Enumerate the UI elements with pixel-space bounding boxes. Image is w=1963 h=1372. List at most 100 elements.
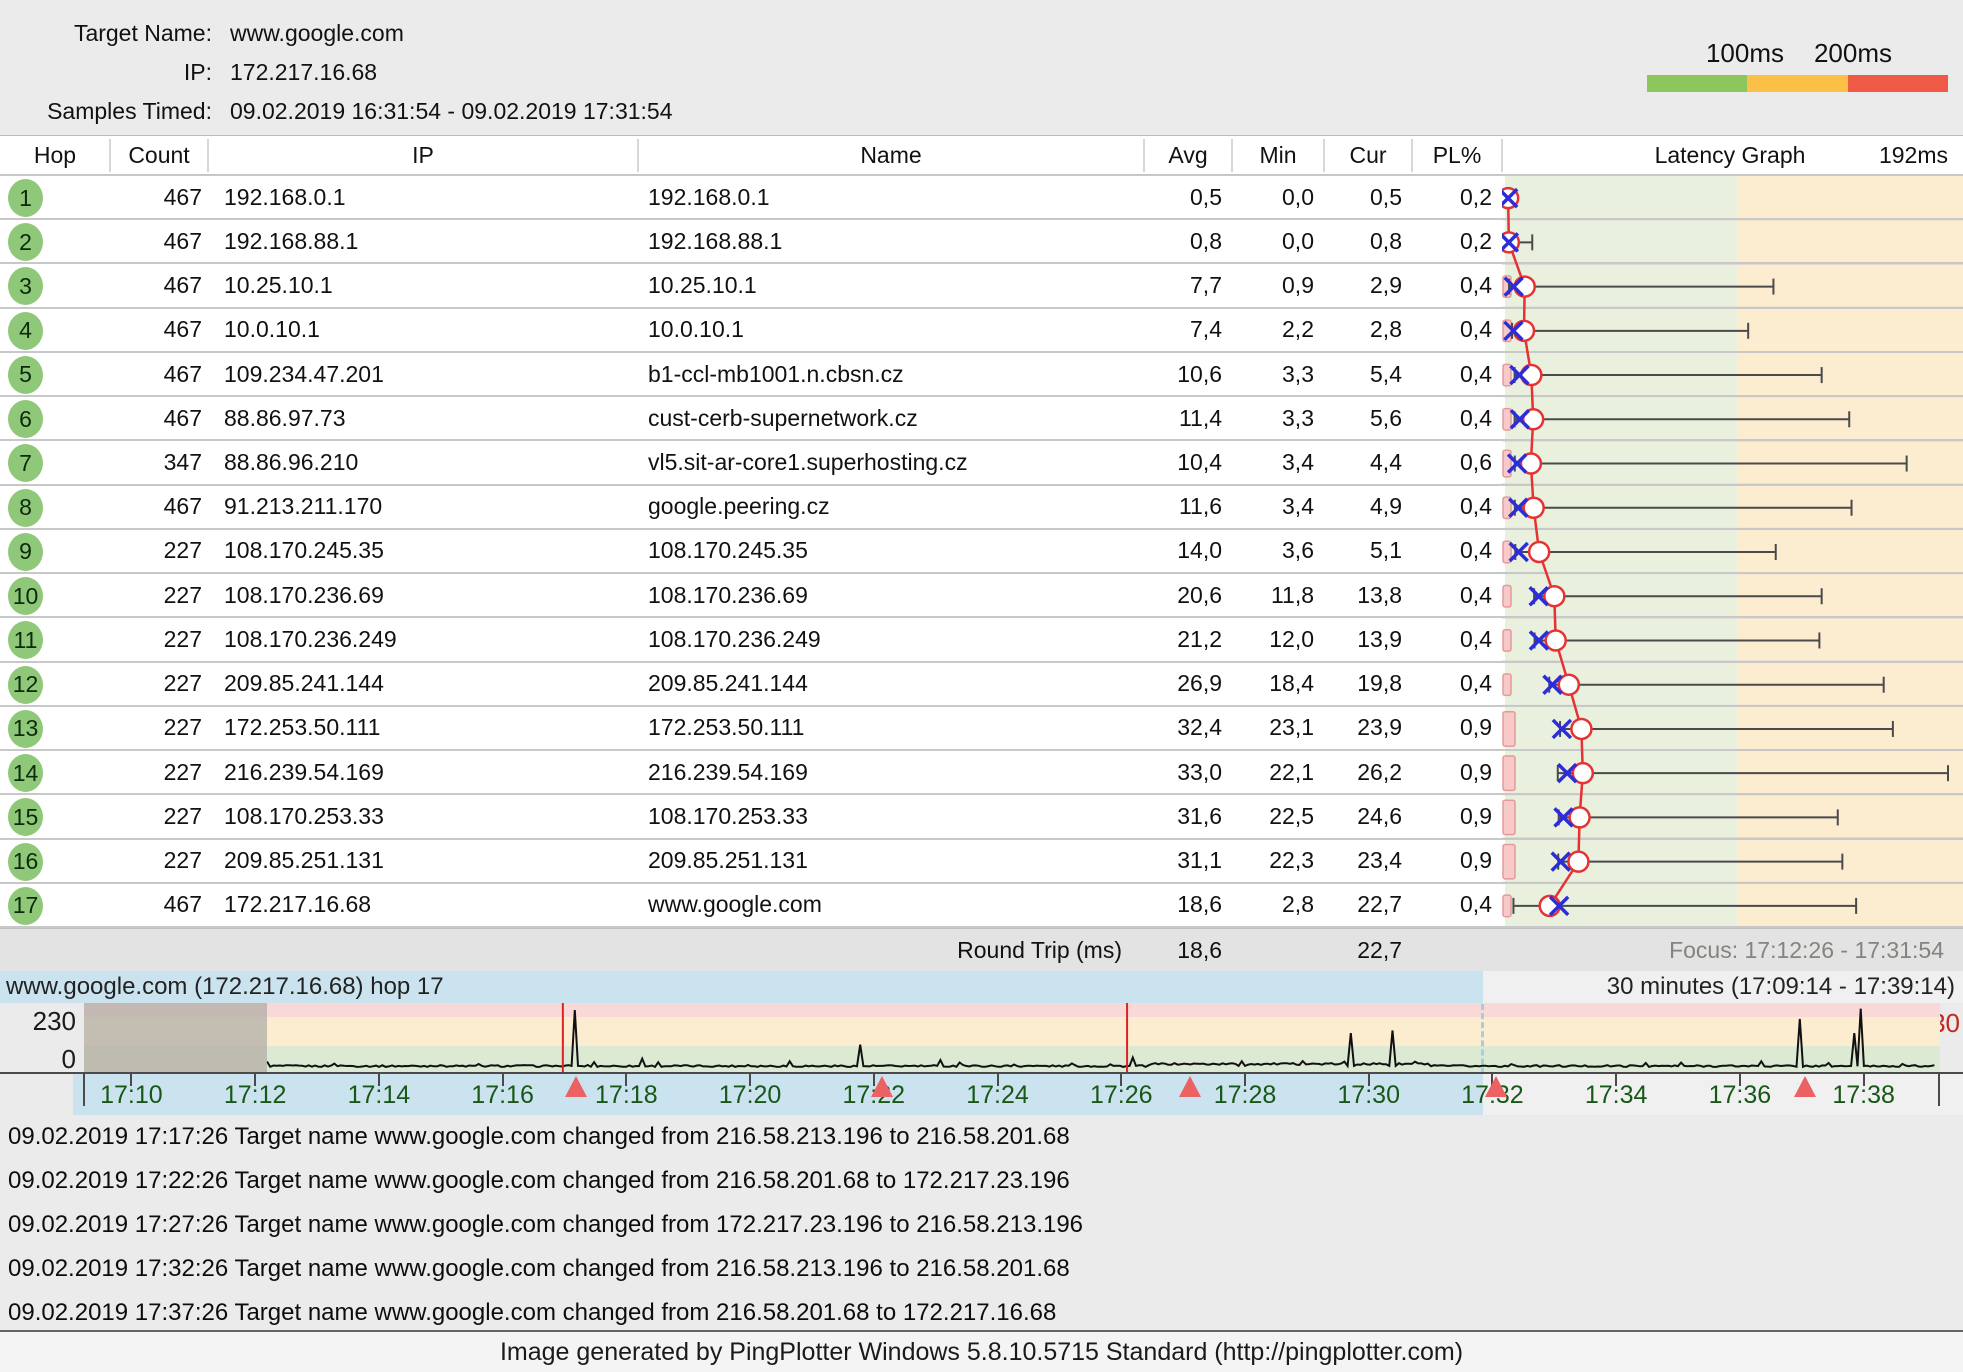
column-separator xyxy=(1143,139,1145,172)
cell-min: 12,0 xyxy=(1226,618,1314,660)
table-row-hop-13[interactable]: 13227172.253.50.111172.253.50.11132,423,… xyxy=(0,707,1963,751)
axis-time-label: 17:30 xyxy=(1337,1081,1400,1110)
cell-cur: 23,4 xyxy=(1314,840,1402,882)
col-header-hop[interactable]: Hop xyxy=(0,136,110,174)
cell-ip: 88.86.97.73 xyxy=(224,397,624,439)
target-name-row: Target Name: www.google.com xyxy=(0,19,404,47)
table-row-hop-4[interactable]: 446710.0.10.110.0.10.17,42,22,80,4 xyxy=(0,309,1963,353)
cell-cur: 4,4 xyxy=(1314,441,1402,483)
cell-avg: 0,5 xyxy=(1134,176,1222,218)
cell-cur: 5,4 xyxy=(1314,353,1402,395)
cell-min: 22,5 xyxy=(1226,795,1314,837)
hop-badge: 11 xyxy=(8,621,43,659)
event-log-line: 09.02.2019 17:27:26 Target name www.goog… xyxy=(0,1203,1963,1247)
table-row-hop-12[interactable]: 12227209.85.241.144209.85.241.14426,918,… xyxy=(0,663,1963,707)
pingplotter-window: Target Name: www.google.com IP: 172.217.… xyxy=(0,0,1963,1372)
table-row-hop-3[interactable]: 346710.25.10.110.25.10.17,70,92,90,4 xyxy=(0,264,1963,308)
cell-ip: 172.253.50.111 xyxy=(224,707,624,749)
cell-pl: 0,4 xyxy=(1404,264,1492,306)
table-row-hop-14[interactable]: 14227216.239.54.169216.239.54.16933,022,… xyxy=(0,751,1963,795)
cell-min: 2,8 xyxy=(1226,884,1314,926)
table-row-hop-9[interactable]: 9227108.170.245.35108.170.245.3514,03,65… xyxy=(0,530,1963,574)
axis-time-label: 17:24 xyxy=(966,1081,1029,1110)
cell-ip: 108.170.253.33 xyxy=(224,795,624,837)
column-separator xyxy=(109,139,111,172)
table-row-hop-17[interactable]: 17467172.217.16.68www.google.com18,62,82… xyxy=(0,884,1963,928)
column-separator xyxy=(207,139,209,172)
cell-cur: 26,2 xyxy=(1314,751,1402,793)
cell-min: 2,2 xyxy=(1226,309,1314,351)
latency-zone-bg xyxy=(1502,309,1963,351)
latency-zone-bg xyxy=(1502,264,1963,306)
col-header-count[interactable]: Count xyxy=(110,136,208,174)
col-header-cur[interactable]: Cur xyxy=(1324,136,1412,174)
round-trip-avg: 18,6 xyxy=(1134,929,1222,971)
col-header-min[interactable]: Min xyxy=(1232,136,1324,174)
cell-name: www.google.com xyxy=(648,884,1128,926)
cell-count: 467 xyxy=(110,176,202,218)
hop-table: Hop Count IP Name Avg Min Cur PL% Latenc… xyxy=(0,135,1963,971)
round-trip-label: Round Trip (ms) xyxy=(648,929,1122,971)
table-row-hop-10[interactable]: 10227108.170.236.69108.170.236.6920,611,… xyxy=(0,574,1963,618)
legend-100ms-label: 100ms xyxy=(1706,38,1784,69)
cell-name: 108.170.253.33 xyxy=(648,795,1128,837)
col-header-avg[interactable]: Avg xyxy=(1144,136,1232,174)
cell-min: 0,9 xyxy=(1226,264,1314,306)
event-marker-triangle[interactable] xyxy=(1179,1076,1201,1097)
latency-zone-bg xyxy=(1502,618,1963,660)
target-ip-value: 172.217.16.68 xyxy=(230,59,377,86)
table-row-hop-1[interactable]: 1467192.168.0.1192.168.0.10,50,00,50,2 xyxy=(0,176,1963,220)
legend-200ms-label: 200ms xyxy=(1814,38,1892,69)
table-row-hop-15[interactable]: 15227108.170.253.33108.170.253.3331,622,… xyxy=(0,795,1963,839)
table-row-hop-2[interactable]: 2467192.168.88.1192.168.88.10,80,00,80,2 xyxy=(0,220,1963,264)
cell-count: 467 xyxy=(110,220,202,262)
event-marker-triangle[interactable] xyxy=(1485,1076,1507,1097)
cell-min: 18,4 xyxy=(1226,663,1314,705)
axis-time-label: 17:38 xyxy=(1832,1081,1895,1110)
event-marker-triangle[interactable] xyxy=(871,1076,893,1097)
hop-badge: 3 xyxy=(8,267,43,305)
event-log-line: 09.02.2019 17:22:26 Target name www.goog… xyxy=(0,1159,1963,1203)
cell-pl: 0,4 xyxy=(1404,663,1492,705)
hop-badge: 8 xyxy=(8,489,43,527)
cell-count: 347 xyxy=(110,441,202,483)
event-marker-triangle[interactable] xyxy=(565,1076,587,1097)
column-separator xyxy=(1411,139,1413,172)
timeline-graph[interactable] xyxy=(84,1003,1940,1072)
table-row-hop-11[interactable]: 11227108.170.236.249108.170.236.24921,21… xyxy=(0,618,1963,662)
time-axis[interactable]: 17:1017:1217:1417:1617:1817:2017:2217:24… xyxy=(0,1072,1963,1115)
target-name-label: Target Name: xyxy=(0,20,212,47)
timeline-ymax-label: 230 xyxy=(0,1006,76,1037)
samples-timed-value: 09.02.2019 16:31:54 - 09.02.2019 17:31:5… xyxy=(230,98,673,125)
cell-count: 467 xyxy=(110,309,202,351)
table-row-hop-7[interactable]: 734788.86.96.210vl5.sit-ar-core1.superho… xyxy=(0,441,1963,485)
cell-count: 467 xyxy=(110,353,202,395)
event-log: 09.02.2019 17:17:26 Target name www.goog… xyxy=(0,1115,1963,1335)
table-row-hop-16[interactable]: 16227209.85.251.131209.85.251.13131,122,… xyxy=(0,840,1963,884)
cell-min: 22,1 xyxy=(1226,751,1314,793)
cell-ip: 209.85.251.131 xyxy=(224,840,624,882)
col-header-ip[interactable]: IP xyxy=(208,136,638,174)
col-header-pl[interactable]: PL% xyxy=(1412,136,1502,174)
event-marker-triangle[interactable] xyxy=(1794,1076,1816,1097)
samples-timed-row: Samples Timed: 09.02.2019 16:31:54 - 09.… xyxy=(0,97,673,125)
cell-ip: 172.217.16.68 xyxy=(224,884,624,926)
cell-avg: 11,6 xyxy=(1134,486,1222,528)
zone-0-100 xyxy=(84,1046,1940,1072)
zone-over-200 xyxy=(84,1003,1940,1017)
cell-avg: 7,7 xyxy=(1134,264,1222,306)
axis-time-label: 17:26 xyxy=(1090,1081,1153,1110)
hop-badge: 1 xyxy=(8,179,43,217)
zone-100-200 xyxy=(84,1017,1940,1046)
cell-cur: 5,6 xyxy=(1314,397,1402,439)
hop-badge: 13 xyxy=(8,710,43,748)
table-row-hop-8[interactable]: 846791.213.211.170google.peering.cz11,63… xyxy=(0,486,1963,530)
col-header-name[interactable]: Name xyxy=(638,136,1144,174)
axis-time-label: 17:10 xyxy=(100,1081,163,1110)
table-row-hop-5[interactable]: 5467109.234.47.201b1-ccl-mb1001.n.cbsn.c… xyxy=(0,353,1963,397)
latency-zone-bg xyxy=(1502,663,1963,705)
axis-time-label: 17:16 xyxy=(471,1081,534,1110)
hop-badge: 5 xyxy=(8,356,43,394)
table-row-hop-6[interactable]: 646788.86.97.73cust-cerb-supernetwork.cz… xyxy=(0,397,1963,441)
hop-badge: 10 xyxy=(8,577,43,615)
